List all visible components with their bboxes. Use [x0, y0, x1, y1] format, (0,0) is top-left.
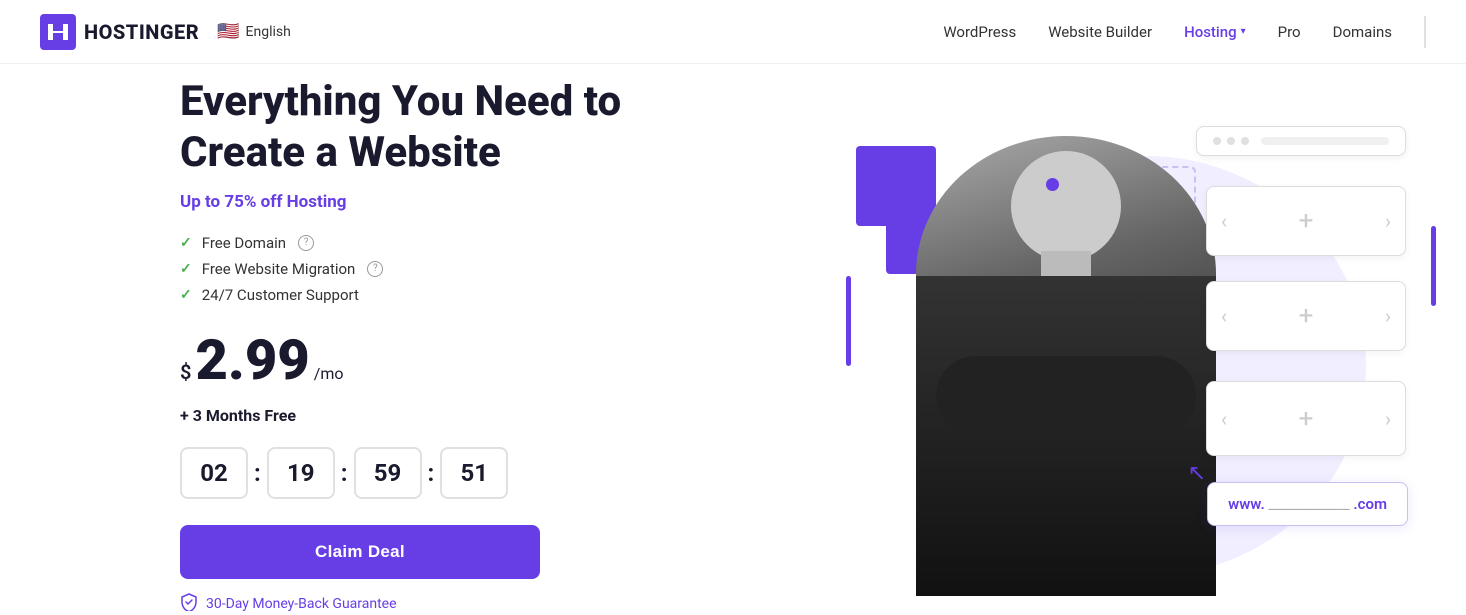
right-chevron-2: ›: [1385, 304, 1391, 328]
price-period: /mo: [314, 364, 344, 383]
help-icon-domain[interactable]: ?: [298, 235, 314, 251]
language-label: English: [246, 24, 291, 40]
website-builder-link[interactable]: Website Builder: [1048, 23, 1152, 41]
person-image: [916, 136, 1216, 596]
flag-icon: 🇺🇸: [217, 21, 239, 42]
countdown-timer: 02 : 19 : 59 : 51: [180, 447, 621, 499]
hero-illustration: ‹ + › ‹ + › ‹ + › ↖: [826, 96, 1426, 596]
browser-mockup: [1196, 126, 1406, 156]
left-chevron-2: ‹: [1221, 304, 1227, 328]
price-bonus: + 3 Months Free: [180, 406, 621, 425]
discount-text: 75%: [224, 192, 256, 212]
timer-hours: 02: [180, 447, 248, 499]
nav-separator: [1424, 16, 1426, 48]
price-amount: 2.99: [195, 332, 309, 388]
arms-shape: [936, 356, 1196, 436]
dot-2: [1227, 137, 1235, 145]
nav-left: HOSTINGER 🇺🇸 English: [40, 14, 291, 50]
timer-sep-1: :: [254, 459, 261, 487]
domains-link[interactable]: Domains: [1333, 23, 1392, 41]
left-chevron-3: ‹: [1221, 407, 1227, 431]
hero-subtitle: Up to 75% off Hosting: [180, 192, 621, 212]
hosting-link[interactable]: Hosting ▾: [1184, 23, 1246, 41]
claim-deal-button[interactable]: Claim Deal: [180, 525, 540, 579]
left-chevron-1: ‹: [1221, 209, 1227, 233]
check-icon-1: ✓: [180, 235, 192, 251]
domain-www: www.: [1228, 495, 1265, 513]
wordpress-link[interactable]: WordPress: [943, 23, 1016, 41]
dot-accent: [1046, 178, 1059, 191]
hero-section: Everything You Need to Create a Website …: [0, 64, 1466, 598]
body-shape: [916, 276, 1216, 596]
price-block: $ 2.99 /mo: [180, 332, 621, 388]
shield-icon: [180, 593, 198, 615]
domain-underline: ____________: [1268, 495, 1349, 513]
plus-icon-2: +: [1299, 301, 1314, 331]
ui-card-3: ‹ + ›: [1206, 381, 1406, 456]
hero-content: Everything You Need to Create a Website …: [180, 77, 621, 615]
price-dollar-sign: $: [180, 362, 191, 382]
url-bar: [1261, 137, 1389, 145]
browser-bar: [1196, 126, 1406, 156]
feature-label-2: Free Website Migration: [202, 260, 356, 278]
head-shape: [1011, 151, 1121, 261]
ui-card-1: ‹ + ›: [1206, 186, 1406, 256]
features-list: ✓ Free Domain ? ✓ Free Website Migration…: [180, 234, 621, 304]
logo[interactable]: HOSTINGER: [40, 14, 199, 50]
hosting-chevron-icon: ▾: [1241, 26, 1246, 37]
dot-1: [1213, 137, 1221, 145]
cursor-icon: ↖: [1188, 461, 1206, 486]
right-chevron-3: ›: [1385, 407, 1391, 431]
help-icon-migration[interactable]: ?: [367, 261, 383, 277]
feature-label-3: 24/7 Customer Support: [202, 286, 359, 304]
guarantee-text: 30-Day Money-Back Guarantee: [206, 596, 397, 612]
plus-icon-1: +: [1299, 206, 1314, 236]
plus-icon-3: +: [1299, 404, 1314, 434]
guarantee-badge: 30-Day Money-Back Guarantee: [180, 593, 621, 615]
language-selector[interactable]: 🇺🇸 English: [217, 21, 291, 42]
nav-right: WordPress Website Builder Hosting ▾ Pro …: [943, 16, 1426, 48]
timer-sep-3: :: [428, 459, 435, 487]
right-accent-bar: [1431, 226, 1436, 306]
domain-bar: www. ____________ .com: [1207, 482, 1408, 526]
check-icon-3: ✓: [180, 287, 192, 303]
pro-link[interactable]: Pro: [1278, 23, 1301, 41]
hostinger-logo-icon: [40, 14, 76, 50]
feature-migration: ✓ Free Website Migration ?: [180, 260, 621, 278]
logo-text: HOSTINGER: [84, 20, 199, 44]
timer-frames: 51: [440, 447, 508, 499]
right-chevron-1: ›: [1385, 209, 1391, 233]
feature-label-1: Free Domain: [202, 234, 286, 252]
feature-support: ✓ 24/7 Customer Support: [180, 286, 621, 304]
timer-sep-2: :: [341, 459, 348, 487]
domain-com: .com: [1353, 495, 1387, 513]
hero-title: Everything You Need to Create a Website: [180, 77, 621, 178]
vertical-accent-bar: [846, 276, 851, 366]
ui-card-2: ‹ + ›: [1206, 281, 1406, 351]
feature-free-domain: ✓ Free Domain ?: [180, 234, 621, 252]
timer-seconds: 59: [354, 447, 422, 499]
dot-3: [1241, 137, 1249, 145]
timer-minutes: 19: [267, 447, 335, 499]
navbar: HOSTINGER 🇺🇸 English WordPress Website B…: [0, 0, 1466, 64]
check-icon-2: ✓: [180, 261, 192, 277]
